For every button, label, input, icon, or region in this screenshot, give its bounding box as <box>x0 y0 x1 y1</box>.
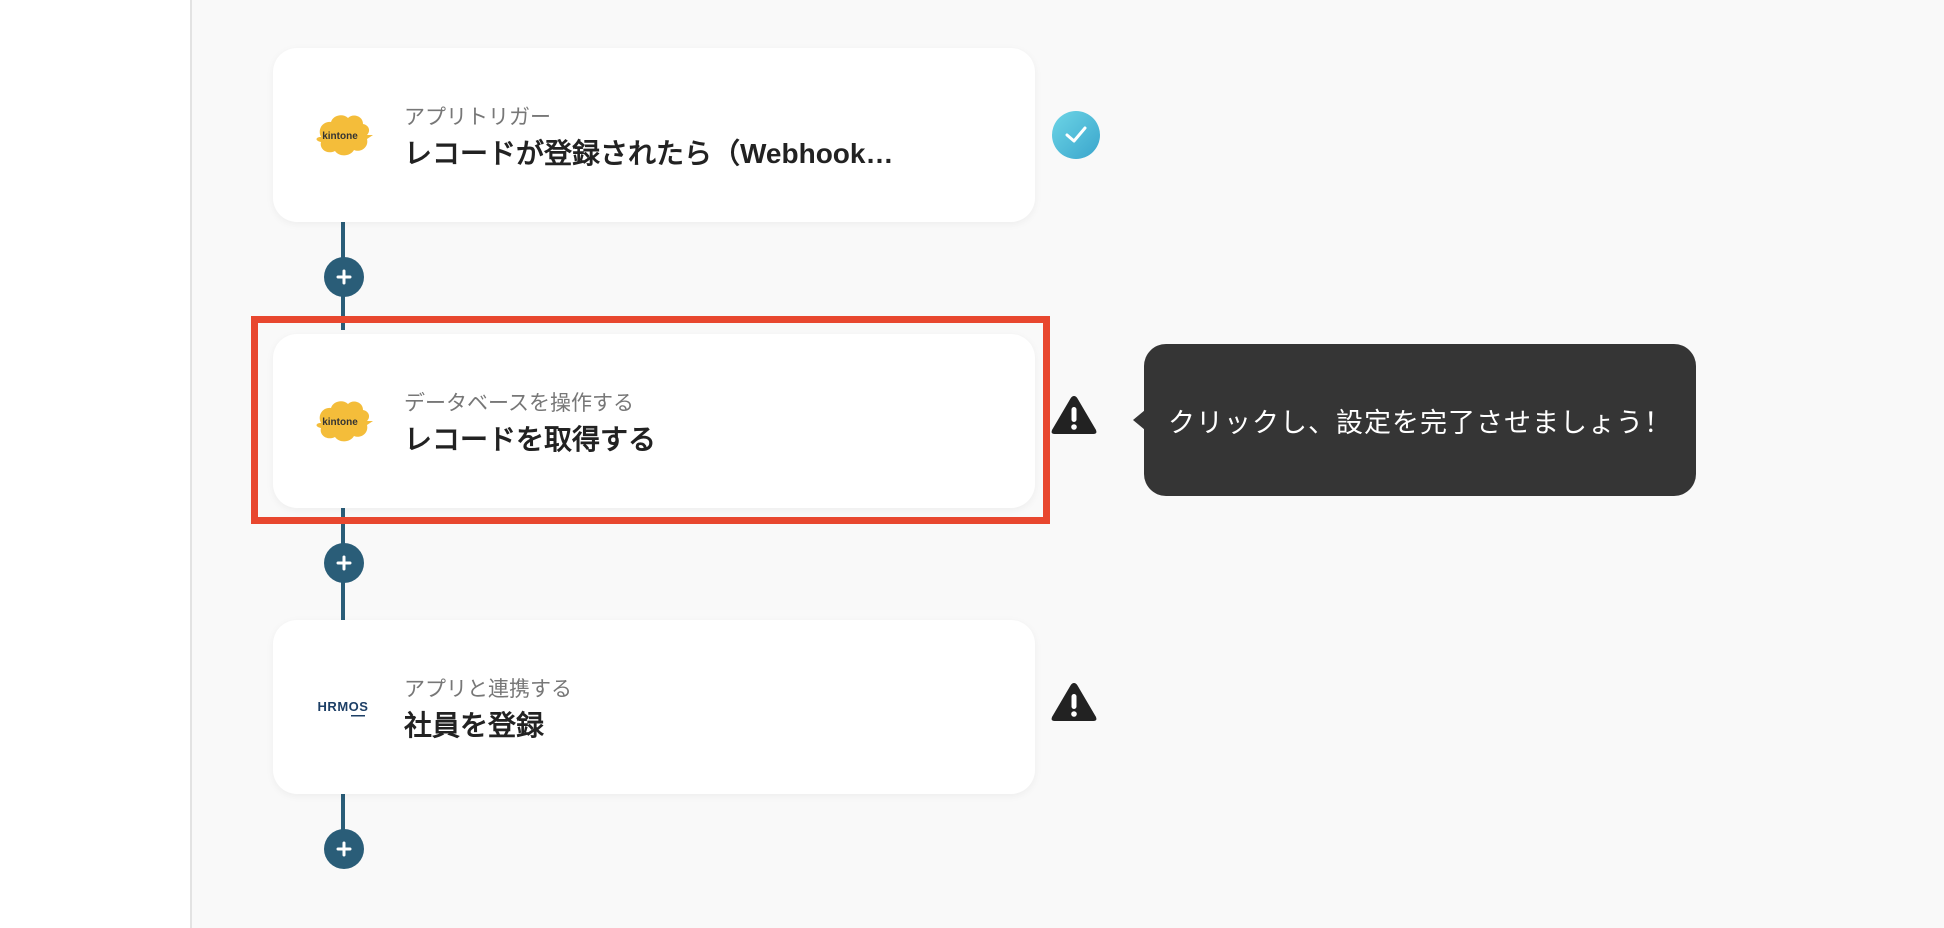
add-step-button[interactable] <box>324 543 364 583</box>
flow-step-card-register-employee[interactable]: HRMOS アプリと連携する 社員を登録 <box>273 620 1035 794</box>
tooltip-text: クリックし、設定を完了させましょう！ <box>1168 407 1672 438</box>
sidebar <box>0 0 192 928</box>
step-title: レコードが登録されたら（Webhook… <box>404 138 894 169</box>
flow-step-card-trigger[interactable]: kintone アプリトリガー レコードが登録されたら（Webhook… <box>273 48 1035 222</box>
kintone-logo: kintone <box>313 393 373 449</box>
step-title: レコードを取得する <box>404 424 657 455</box>
step-title: 社員を登録 <box>404 710 545 741</box>
step-type-label: アプリと連携する <box>404 678 572 701</box>
plus-icon <box>336 555 352 571</box>
add-step-button[interactable] <box>324 829 364 869</box>
warning-icon <box>1049 393 1099 437</box>
step-type-label: データベースを操作する <box>404 392 634 415</box>
check-icon <box>1065 126 1087 143</box>
step-complete-badge <box>1052 111 1100 159</box>
plus-icon <box>336 269 352 285</box>
svg-text:kintone: kintone <box>322 417 358 428</box>
svg-text:kintone: kintone <box>322 131 358 142</box>
kintone-logo: kintone <box>313 107 373 163</box>
plus-icon <box>336 841 352 857</box>
warning-icon <box>1049 680 1099 724</box>
hrmos-logo: HRMOS <box>313 679 373 735</box>
flow-step-card-get-record[interactable]: kintone データベースを操作する レコードを取得する <box>273 334 1035 508</box>
add-step-button[interactable] <box>324 257 364 297</box>
svg-text:HRMOS: HRMOS <box>318 699 369 714</box>
setup-tooltip: クリックし、設定を完了させましょう！ <box>1133 344 1696 496</box>
step-type-label: アプリトリガー <box>404 106 551 129</box>
